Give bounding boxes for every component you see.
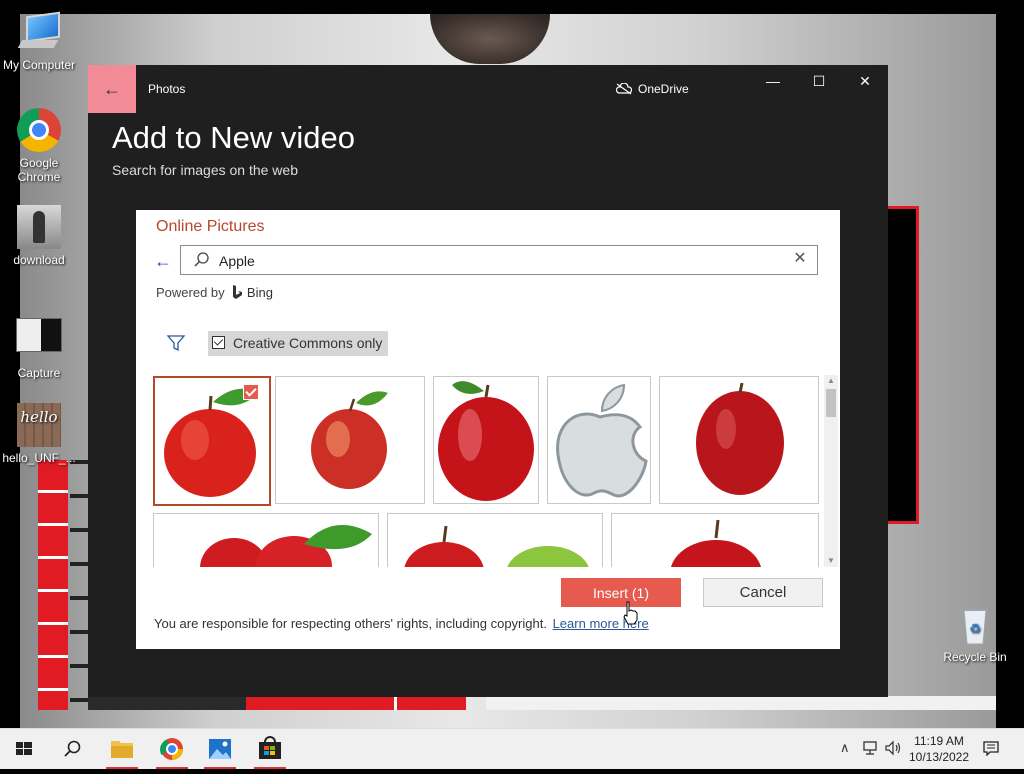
cancel-button[interactable]: Cancel <box>703 578 823 607</box>
desktop-icon-google-chrome[interactable]: Google Chrome <box>0 108 78 184</box>
volume-icon[interactable] <box>884 740 902 759</box>
store-icon <box>259 736 281 759</box>
image-thumbnail-icon <box>16 318 62 352</box>
image-result[interactable] <box>387 513 603 567</box>
wallpaper-ticks <box>70 430 88 710</box>
chevron-up-icon[interactable]: ▲ <box>824 375 838 387</box>
powered-by: Powered by Bing <box>156 285 273 300</box>
chrome-icon <box>17 108 61 152</box>
search-button[interactable] <box>48 729 96 769</box>
image-result[interactable] <box>611 513 819 567</box>
title-bar: ← Photos OneDrive — ☐ ✕ <box>88 65 888 113</box>
clear-search-icon[interactable]: ✕ <box>791 250 809 268</box>
powered-by-label: Powered by <box>156 285 225 300</box>
image-result[interactable] <box>659 376 819 504</box>
desktop-icon-recycle-bin[interactable]: ♻ Recycle Bin <box>936 602 1014 664</box>
desktop-icon-capture[interactable]: Capture <box>0 310 78 380</box>
onedrive-label: OneDrive <box>638 82 689 96</box>
search-icon <box>64 740 81 757</box>
folder-icon <box>111 741 133 758</box>
photos-icon <box>209 739 231 759</box>
svg-text:♻: ♻ <box>969 621 981 636</box>
image-result[interactable] <box>153 376 271 506</box>
show-hidden-icons-icon[interactable]: ∧ <box>840 740 850 756</box>
network-icon[interactable] <box>862 740 880 759</box>
back-button[interactable]: ← <box>88 65 136 113</box>
computer-icon <box>16 10 62 56</box>
results-scrollbar[interactable]: ▲ ▼ <box>824 375 838 567</box>
maximize-icon: ☐ <box>812 73 826 89</box>
close-icon: ✕ <box>859 73 871 89</box>
desktop-icon-label: hello_UNF_... <box>2 451 76 465</box>
image-thumbnail-icon <box>17 205 61 249</box>
clock-date: 10/13/2022 <box>908 750 970 764</box>
insert-button[interactable]: Insert (1) <box>561 578 681 607</box>
page-title: Add to New video <box>112 120 355 155</box>
chevron-down-icon[interactable]: ▼ <box>824 555 838 567</box>
wallpaper-red-bars <box>38 460 68 710</box>
chrome-taskbar-button[interactable] <box>148 729 196 769</box>
minimize-button[interactable]: — <box>750 65 796 97</box>
desktop-icon-label: Capture <box>17 366 61 380</box>
start-button[interactable] <box>0 729 48 769</box>
image-results-grid <box>152 375 824 567</box>
wallpaper-strip <box>88 696 246 710</box>
arrow-left-icon: ← <box>103 79 121 99</box>
action-center-icon[interactable] <box>982 740 1000 759</box>
desktop-icon-my-computer[interactable]: My Computer <box>0 10 78 72</box>
online-pictures-dialog: Online Pictures ← ✕ Powered by Bing Crea… <box>136 210 840 649</box>
desktop-icon-download[interactable]: download <box>0 205 78 267</box>
desktop-icon-label: Google Chrome <box>17 156 61 184</box>
chrome-icon <box>160 738 183 760</box>
windows-icon <box>16 742 32 755</box>
wallpaper-strip <box>486 696 996 710</box>
bing-logo-icon: Bing <box>232 285 273 300</box>
scrollbar-thumb[interactable] <box>826 389 836 417</box>
copyright-notice: You are responsible for respecting other… <box>154 616 649 631</box>
creative-commons-label: Creative Commons only <box>233 335 383 351</box>
search-input[interactable] <box>217 250 781 272</box>
image-result[interactable] <box>433 376 539 504</box>
desktop-icon-label: Recycle Bin <box>943 650 1007 664</box>
wallpaper-strip <box>246 696 466 710</box>
taskbar-clock[interactable]: 11:19 AM 10/13/2022 <box>906 733 972 765</box>
file-explorer-taskbar-button[interactable] <box>98 729 146 769</box>
app-title: Photos <box>148 82 186 96</box>
wallpaper-strip <box>394 696 397 710</box>
image-result[interactable] <box>275 376 425 504</box>
dialog-title: Online Pictures <box>156 218 265 235</box>
search-icon <box>193 251 211 269</box>
image-result[interactable] <box>153 513 379 567</box>
clock-time: 11:19 AM <box>914 734 964 748</box>
photos-taskbar-button[interactable] <box>196 729 244 769</box>
close-button[interactable]: ✕ <box>842 65 888 97</box>
recycle-bin-icon: ♻ <box>952 602 998 648</box>
desktop-icon-hello[interactable]: hello hello_UNF_... <box>0 403 78 465</box>
cloud-off-icon <box>616 83 632 95</box>
hand-cursor-icon <box>622 600 640 626</box>
desktop-icon-label: download <box>13 253 65 267</box>
creative-commons-filter[interactable]: Creative Commons only <box>208 331 389 356</box>
rights-text: You are responsible for respecting other… <box>154 616 547 631</box>
checkbox-checked-icon[interactable] <box>212 336 225 349</box>
arrow-left-icon: ← <box>154 251 172 271</box>
taskbar: ∧ 11:19 AM 10/13/2022 <box>0 728 1024 769</box>
onedrive-status[interactable]: OneDrive <box>616 82 689 96</box>
maximize-button[interactable]: ☐ <box>796 65 842 97</box>
image-thumbnail-icon: hello <box>17 403 61 447</box>
search-box[interactable]: ✕ <box>180 245 818 275</box>
page-subtitle: Search for images on the web <box>112 162 298 178</box>
desktop-icon-label: My Computer <box>2 58 76 72</box>
minimize-icon: — <box>766 73 780 89</box>
bing-label: Bing <box>246 285 273 300</box>
image-result[interactable] <box>547 376 651 504</box>
store-taskbar-button[interactable] <box>246 729 294 769</box>
filter-icon[interactable] <box>166 334 186 352</box>
selected-check-icon[interactable] <box>243 384 259 400</box>
dialog-back-button[interactable]: ← <box>154 250 176 272</box>
